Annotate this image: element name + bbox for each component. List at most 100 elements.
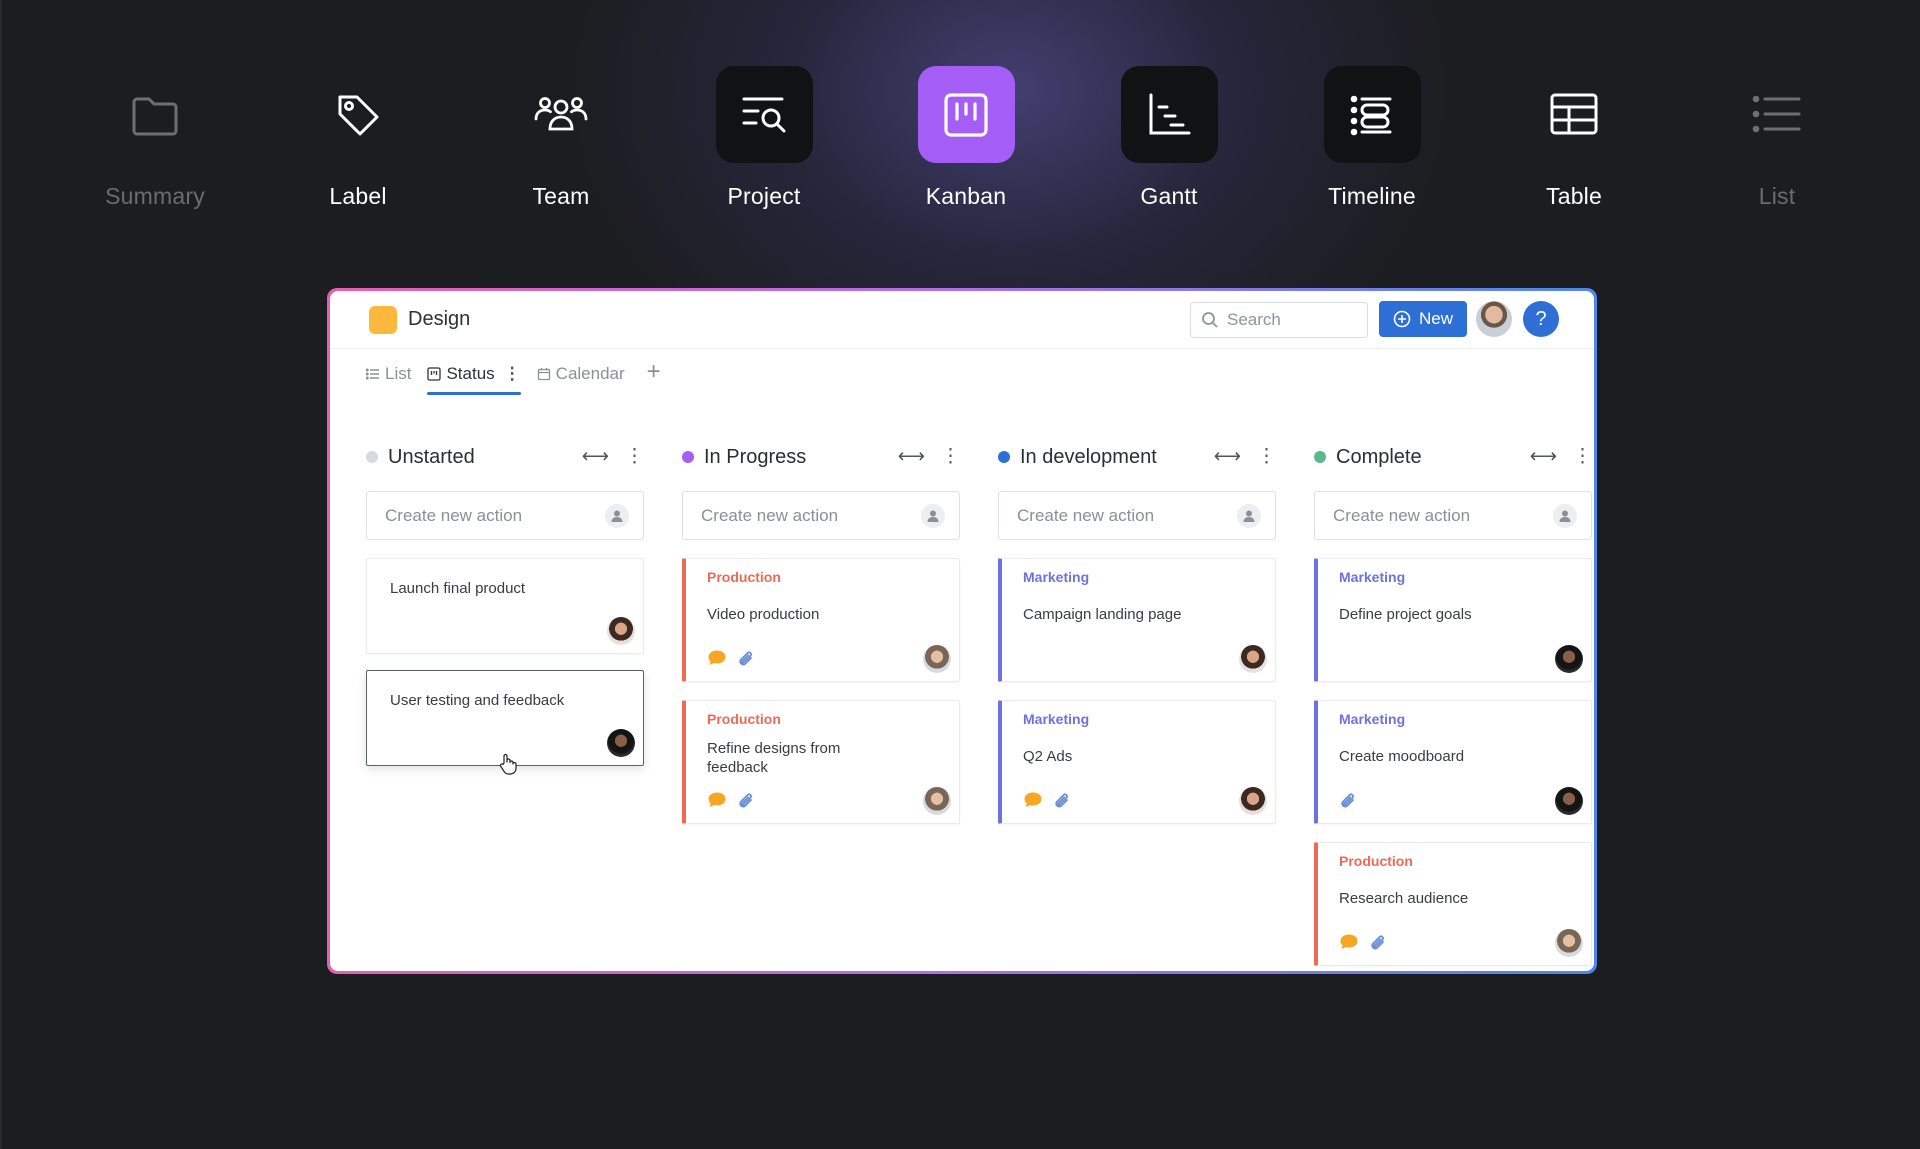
card-title: Q2 Ads — [1023, 748, 1073, 765]
column-complete: Complete ⟷ ⋮ Create new action Marketing … — [1314, 443, 1592, 966]
column-header: Unstarted ⟷ ⋮ — [366, 443, 644, 471]
user-avatar[interactable] — [1476, 301, 1512, 337]
create-action-input[interactable]: Create new action — [1314, 491, 1592, 540]
search-input[interactable]: Search — [1190, 302, 1368, 338]
tag-icon — [310, 66, 407, 163]
avatar[interactable] — [1555, 787, 1583, 815]
task-card[interactable]: Production Research audience — [1314, 842, 1592, 966]
column-in-progress: In Progress ⟷ ⋮ Create new action Product… — [682, 443, 960, 824]
view-kanban[interactable]: Kanban — [876, 66, 1056, 210]
project-search-icon — [715, 66, 813, 163]
board-tabs: List Status ⋮ Calendar + — [366, 360, 661, 395]
view-label: List — [1758, 183, 1796, 209]
column-title: Unstarted — [388, 445, 475, 468]
assignee-icon[interactable] — [921, 504, 945, 528]
create-action-input[interactable]: Create new action — [998, 491, 1276, 540]
expand-icon[interactable]: ⟷ — [582, 445, 609, 468]
create-action-placeholder: Create new action — [1017, 505, 1155, 525]
gantt-icon — [1120, 66, 1218, 163]
column-header: Complete ⟷ ⋮ — [1314, 443, 1592, 471]
view-project[interactable]: Project — [674, 66, 854, 210]
card-tag: Marketing — [1339, 711, 1406, 727]
comment-icon[interactable] — [707, 649, 727, 667]
task-card[interactable]: User testing and feedback — [366, 670, 644, 775]
assignee-icon[interactable] — [605, 504, 629, 528]
add-tab-button[interactable]: + — [647, 360, 661, 384]
task-card[interactable]: Production Video production — [682, 558, 960, 682]
view-table[interactable]: Table — [1484, 66, 1664, 210]
attachment-icon[interactable] — [737, 649, 755, 669]
card-tag: Marketing — [1023, 711, 1090, 727]
view-timeline[interactable]: Timeline — [1282, 66, 1462, 210]
kanban-icon — [917, 66, 1015, 163]
tab-calendar[interactable]: Calendar — [537, 361, 625, 387]
avatar[interactable] — [607, 617, 635, 645]
task-card[interactable]: Marketing Define project goals — [1314, 558, 1592, 682]
view-summary[interactable]: Summary — [65, 66, 245, 210]
task-card[interactable]: Production Refine designs from feedback — [682, 700, 960, 824]
status-dot — [366, 451, 378, 463]
view-label-tags[interactable]: Label — [268, 66, 448, 210]
table-icon — [1526, 66, 1623, 163]
assignee-icon[interactable] — [1553, 504, 1577, 528]
card-title: Video production — [707, 606, 820, 623]
expand-icon[interactable]: ⟷ — [1530, 445, 1557, 468]
expand-icon[interactable]: ⟷ — [898, 445, 925, 468]
avatar[interactable] — [607, 729, 635, 757]
tab-label: Calendar — [555, 364, 625, 383]
column-title: Complete — [1336, 445, 1422, 468]
attachment-icon[interactable] — [1369, 933, 1387, 953]
avatar[interactable] — [1555, 645, 1583, 673]
help-button[interactable]: ? — [1523, 301, 1559, 337]
avatar[interactable] — [1239, 645, 1267, 673]
card-title: Campaign landing page — [1023, 606, 1182, 623]
task-card[interactable]: Marketing Campaign landing page — [998, 558, 1276, 682]
more-icon[interactable]: ⋮ — [941, 445, 960, 468]
tab-status[interactable]: Status ⋮ — [427, 361, 521, 395]
app-topbar: Design Search New ? — [330, 291, 1594, 349]
assignee-icon[interactable] — [1237, 504, 1261, 528]
attachment-icon[interactable] — [1339, 791, 1357, 811]
avatar[interactable] — [923, 645, 951, 673]
calendar-icon — [537, 368, 550, 381]
task-card[interactable]: Marketing Q2 Ads — [998, 700, 1276, 824]
comment-icon[interactable] — [707, 791, 727, 809]
create-action-input[interactable]: Create new action — [682, 491, 960, 540]
more-icon[interactable]: ⋮ — [625, 445, 644, 468]
card-tag: Production — [1339, 853, 1413, 869]
more-icon[interactable]: ⋮ — [1257, 445, 1276, 468]
list-icon — [366, 368, 379, 380]
avatar[interactable] — [1239, 787, 1267, 815]
expand-icon[interactable]: ⟷ — [1214, 445, 1241, 468]
comment-icon[interactable] — [1023, 791, 1043, 809]
card-title: Define project goals — [1339, 606, 1472, 623]
create-action-placeholder: Create new action — [385, 505, 523, 525]
card-tag: Marketing — [1023, 569, 1090, 585]
create-action-placeholder: Create new action — [1333, 505, 1471, 525]
task-card[interactable]: Launch final product — [366, 558, 644, 654]
new-button[interactable]: New — [1379, 301, 1467, 337]
tab-list[interactable]: List — [366, 361, 411, 387]
tab-more-icon[interactable]: ⋮ — [504, 364, 521, 384]
task-card[interactable]: Marketing Create moodboard — [1314, 700, 1592, 824]
more-icon[interactable]: ⋮ — [1573, 445, 1592, 468]
view-label: Summary — [105, 183, 205, 209]
search-icon — [1202, 312, 1218, 328]
column-title: In Progress — [704, 445, 807, 468]
comment-icon[interactable] — [1339, 933, 1359, 951]
attachment-icon[interactable] — [1053, 791, 1071, 811]
avatar[interactable] — [1555, 929, 1583, 957]
view-label: Kanban — [925, 183, 1007, 209]
view-team[interactable]: Team — [471, 66, 651, 210]
view-label: Label — [329, 183, 387, 209]
hand-cursor-icon — [499, 753, 517, 775]
attachment-icon[interactable] — [737, 791, 755, 811]
plus-circle-icon — [1393, 310, 1411, 328]
view-gantt[interactable]: Gantt — [1079, 66, 1259, 210]
create-action-input[interactable]: Create new action — [366, 491, 644, 540]
card-title: Launch final product — [390, 580, 526, 597]
board-icon — [427, 367, 442, 381]
card-title: User testing and feedback — [390, 692, 565, 709]
view-list[interactable]: List — [1687, 66, 1867, 210]
avatar[interactable] — [923, 787, 951, 815]
